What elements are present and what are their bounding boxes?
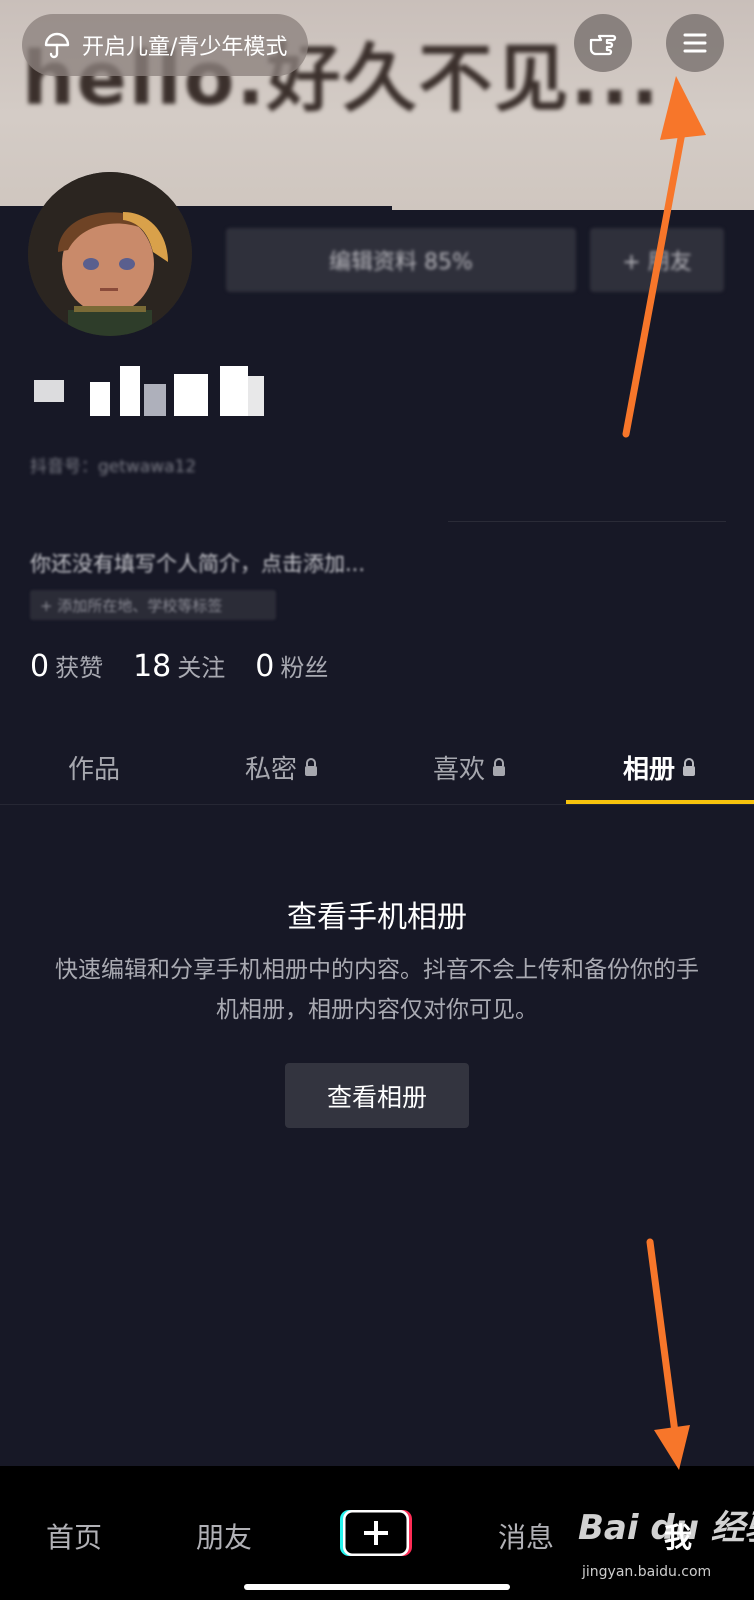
active-tab-indicator: [566, 800, 754, 804]
album-description: 快速编辑和分享手机相册中的内容。抖音不会上传和备份你的手机相册，相册内容仅对你可…: [55, 957, 699, 1023]
divider: [448, 521, 726, 522]
avatar-image: [28, 172, 192, 336]
douyin-id[interactable]: 抖音号：getwawa12: [30, 452, 196, 477]
profile-stats: 0 获赞 18 关注 0 粉丝: [30, 648, 358, 684]
watermark-url: jingyan.baidu.com: [582, 1564, 712, 1580]
kids-mode-label: 开启儿童/青少年模式: [82, 35, 288, 60]
add-friend-button[interactable]: + 朋友: [590, 228, 724, 292]
tab-works-label: 作品: [67, 754, 120, 785]
edit-profile-button[interactable]: 编辑资料 85%: [226, 228, 576, 292]
stat-followers[interactable]: 0 粉丝: [255, 648, 328, 684]
tab-private-label: 私密: [244, 754, 297, 785]
stat-following[interactable]: 18 关注: [133, 648, 225, 684]
bio-placeholder[interactable]: 你还没有填写个人简介，点击添加...: [30, 548, 365, 578]
tab-private[interactable]: 私密: [188, 730, 376, 804]
pointing-hand-icon: [589, 34, 617, 56]
profile-tabs: 作品 私密 喜欢 相册: [0, 730, 754, 805]
stat-following-count: 18: [133, 649, 172, 684]
stat-followers-count: 0: [255, 649, 275, 684]
stat-followers-label: 粉丝: [280, 654, 329, 682]
lock-icon: [305, 758, 317, 776]
avatar[interactable]: [28, 172, 192, 336]
stat-likes-label: 获赞: [55, 654, 104, 682]
stat-likes-count: 0: [30, 649, 50, 684]
tab-album[interactable]: 相册: [566, 730, 754, 804]
menu-icon: [683, 33, 707, 53]
menu-button[interactable]: [666, 14, 724, 72]
nav-messages[interactable]: 消息: [498, 1516, 554, 1556]
lock-icon: [493, 758, 505, 776]
tab-likes[interactable]: 喜欢: [376, 730, 564, 804]
add-tags-chip[interactable]: + 添加所在地、学校等标签: [30, 590, 276, 620]
create-post-button[interactable]: [339, 1508, 413, 1558]
tab-likes-label: 喜欢: [432, 754, 485, 785]
nav-home[interactable]: 首页: [46, 1516, 102, 1556]
baidu-watermark: Bai du 经验 jingyan.baidu.com: [578, 1500, 754, 1586]
tab-works[interactable]: 作品: [0, 730, 188, 804]
nav-friends[interactable]: 朋友: [196, 1516, 252, 1556]
kids-mode-button[interactable]: 开启儿童/青少年模式: [22, 14, 308, 76]
visitor-button[interactable]: [574, 14, 632, 72]
watermark-logo: Bai du 经验: [578, 1508, 754, 1548]
umbrella-icon: [44, 32, 70, 59]
tab-album-label: 相册: [622, 754, 675, 785]
view-album-button[interactable]: 查看相册: [285, 1063, 469, 1128]
home-indicator[interactable]: [244, 1584, 510, 1590]
stat-following-label: 关注: [177, 654, 226, 682]
stat-likes[interactable]: 0 获赞: [30, 648, 103, 684]
lock-icon: [683, 758, 695, 776]
album-title: 查看手机相册: [287, 900, 467, 935]
nickname-redacted: [34, 366, 270, 418]
